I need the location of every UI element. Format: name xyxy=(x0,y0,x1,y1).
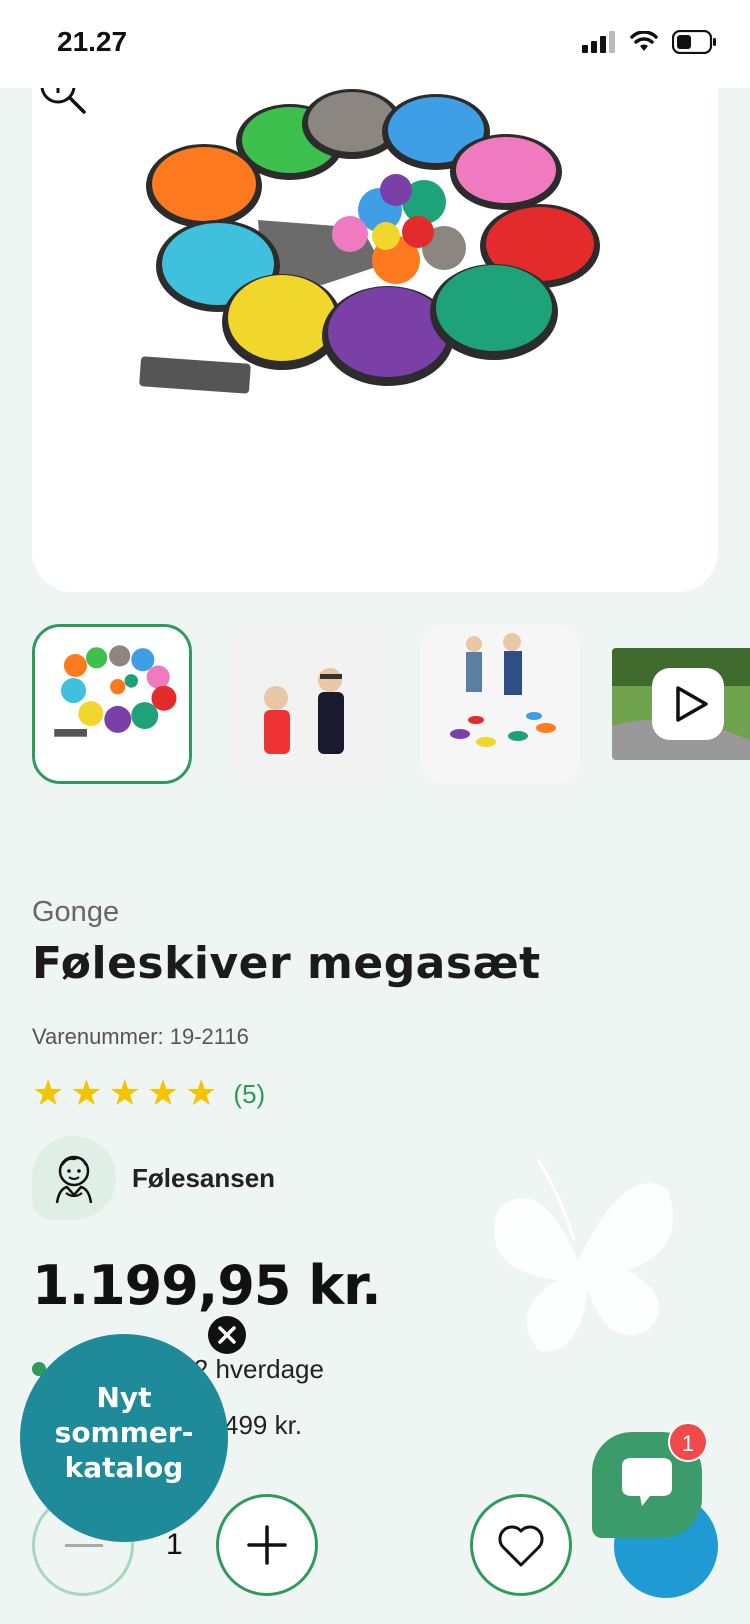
thumbnail-3[interactable] xyxy=(420,624,580,784)
product-rating[interactable]: ★ ★ ★ ★ ★ (5) xyxy=(32,1076,265,1112)
heart-icon xyxy=(498,1525,544,1567)
battery-icon xyxy=(672,30,716,54)
chat-badge: 1 xyxy=(668,1422,708,1462)
summer-catalog-promo[interactable]: Nyt sommer- katalog xyxy=(20,1334,228,1542)
signal-icon xyxy=(582,31,615,53)
product-sku: Varenummer: 19-2116 xyxy=(32,1024,249,1049)
product-price: 1.199,95 kr. xyxy=(32,1254,382,1317)
quantity-value: 1 xyxy=(166,1528,183,1561)
status-time: 21.27 xyxy=(57,26,128,57)
play-icon[interactable] xyxy=(652,668,724,740)
thumbnail-strip xyxy=(0,624,750,784)
close-icon xyxy=(218,1326,236,1344)
rating-count[interactable]: (5) xyxy=(233,1079,265,1110)
quantity-increase-button[interactable] xyxy=(216,1494,318,1596)
free-shipping-text: 499 kr. xyxy=(224,1410,303,1440)
product-image[interactable] xyxy=(32,60,718,592)
star-icon: ★ xyxy=(185,1073,218,1114)
thumbnail-2[interactable] xyxy=(228,624,388,784)
product-title: Føleskiver megasæt xyxy=(32,938,541,989)
sense-icon xyxy=(32,1136,116,1220)
thumbnail-children xyxy=(228,624,388,784)
status-bar: 21.27 xyxy=(0,0,750,88)
sense-category[interactable]: Følesansen xyxy=(32,1136,275,1220)
butterfly-icon xyxy=(494,1159,673,1352)
thumbnail-discs xyxy=(54,645,177,737)
promo-text: Nyt sommer- katalog xyxy=(54,1381,194,1484)
status-icons xyxy=(582,30,718,54)
plus-icon xyxy=(247,1525,287,1565)
sense-label: Følesansen xyxy=(132,1162,276,1193)
star-icon: ★ xyxy=(32,1073,65,1114)
product-photo xyxy=(139,89,600,394)
minus-icon xyxy=(65,1544,103,1547)
promo-close-button[interactable] xyxy=(208,1316,246,1354)
star-icon: ★ xyxy=(146,1073,180,1114)
favorite-button[interactable] xyxy=(470,1494,572,1596)
star-icon: ★ xyxy=(70,1073,103,1114)
tactile-discs xyxy=(139,89,600,394)
product-brand[interactable]: Gonge xyxy=(32,896,119,929)
wifi-icon xyxy=(630,31,658,51)
thumbnail-video[interactable] xyxy=(612,648,750,760)
star-icon: ★ xyxy=(108,1073,141,1114)
thumbnail-1[interactable] xyxy=(32,624,192,784)
thumbnail-play-scene xyxy=(420,624,580,784)
